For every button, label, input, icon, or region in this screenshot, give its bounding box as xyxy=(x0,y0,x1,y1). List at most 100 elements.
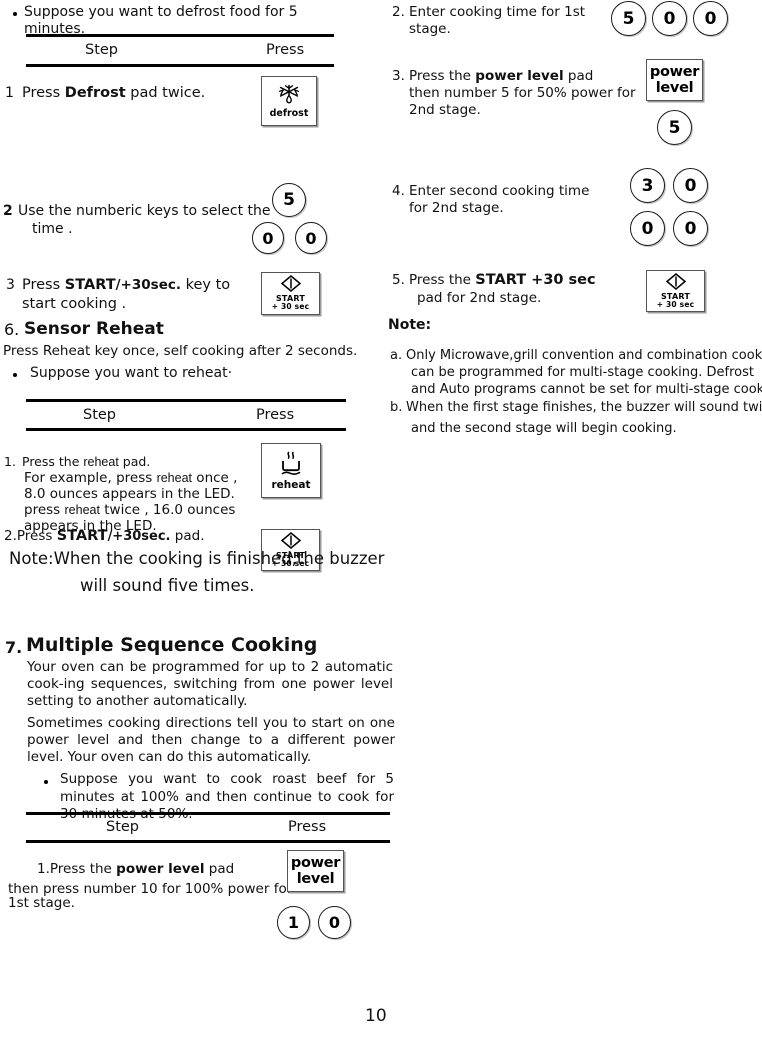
table-rule-top xyxy=(26,34,334,37)
reheat-step1-line2: For example, press reheat once , xyxy=(24,470,237,486)
right-key-0-b[interactable]: 0 xyxy=(693,1,728,36)
multiseq-step1-a: Press the xyxy=(49,861,117,877)
right-note-a-line2: can be programmed for multi-stage cookin… xyxy=(411,365,754,380)
reheat-step2-d: pad. xyxy=(170,528,205,544)
key-5[interactable]: 5 xyxy=(272,183,306,217)
reheat-pad-label: reheat xyxy=(271,478,311,491)
right-step5-line2: pad for 2nd stage. xyxy=(417,290,541,306)
page-number: 10 xyxy=(365,1006,387,1026)
reheat-step1-line4: press reheat twice , 16.0 ounces xyxy=(24,502,235,518)
right-step3-line3: 2nd stage. xyxy=(409,102,481,118)
reheat-step1-line4-b: reheat xyxy=(64,503,100,517)
sensor-reheat-bullet: Suppose you want to reheat· xyxy=(30,365,233,381)
right-step3-line1: Press the power level pad xyxy=(409,68,593,84)
right-step2-line2: stage. xyxy=(409,21,451,37)
step3-text-line2: start cooking . xyxy=(22,296,127,312)
right-step5-line2-b: stage. xyxy=(495,290,542,306)
start-pad-1[interactable]: START + 30 sec xyxy=(261,272,320,315)
reheat-step1-line1: Press the reheat pad. xyxy=(22,454,150,470)
reheat-bowl-steam-icon xyxy=(281,451,301,475)
right-key-3[interactable]: 3 xyxy=(630,168,665,203)
sensor-reheat-heading: Sensor Reheat xyxy=(24,319,164,339)
right-note-title: Note: xyxy=(388,317,432,333)
right-note-b-line2: and the second stage will begin cooking. xyxy=(411,421,677,436)
multiseq-step1-number: 1. xyxy=(37,861,50,877)
table3-header-step: Step xyxy=(106,819,140,835)
multiseq-heading: Multiple Sequence Cooking xyxy=(26,634,318,656)
reheat-step2-b: START xyxy=(56,528,108,544)
right-note-a-line3: and Auto programs cannot be set for mult… xyxy=(411,382,762,397)
reheat-step1-line1-a: Press the xyxy=(22,454,84,469)
right-key-0-c[interactable]: 0 xyxy=(673,168,708,203)
right-note-a-marker: a. xyxy=(390,348,403,363)
step2-text-line2: time . xyxy=(32,221,73,237)
reheat-step1-line1-c: pad. xyxy=(118,454,151,469)
reheat-step1-line3: 8.0 ounces appears in the LED. xyxy=(24,486,235,502)
start-pad-1-sub: + 30 sec xyxy=(271,302,310,312)
multiseq-step1-b: power level xyxy=(116,861,205,877)
power-level-pad-label-bottom: level xyxy=(296,871,335,887)
right-step3-number: 3. xyxy=(392,68,405,84)
reheat-pad[interactable]: reheat xyxy=(261,443,321,498)
right-step3-b: power level xyxy=(475,68,564,84)
right-key-0-e[interactable]: 0 xyxy=(673,211,708,246)
step3-text-line1: Press START/+30sec. key to xyxy=(22,277,230,295)
right-step4-number: 4. xyxy=(392,183,405,199)
power-level-pad-right[interactable]: power level xyxy=(646,59,703,101)
step3-b: START xyxy=(64,277,116,293)
bullet-dot-icon xyxy=(13,12,17,16)
step3-d: key to xyxy=(180,277,231,293)
multiseq-step1-line1: 1.Press the power level pad xyxy=(37,861,234,877)
start-diamond-icon xyxy=(665,272,686,290)
right-step5-b: START +30 sec xyxy=(475,272,596,288)
right-step5-line2-a: pad for 2nd xyxy=(417,290,496,306)
step3-a: Press xyxy=(22,277,65,293)
table2-header-step: Step xyxy=(83,407,117,423)
right-step4-line2: for 2nd stage. xyxy=(409,200,504,216)
bullet-dot-icon-reheat xyxy=(13,373,17,377)
reheat-step1-number: 1. xyxy=(4,454,16,469)
right-step5-a: Press the xyxy=(409,272,476,288)
reheat-step2-c: /+30sec. xyxy=(107,529,171,544)
key-0-first[interactable]: 0 xyxy=(252,222,284,254)
key-0-second[interactable]: 0 xyxy=(295,222,327,254)
right-key-5[interactable]: 5 xyxy=(611,1,646,36)
power-level-pad-right-label-bottom: level xyxy=(655,80,694,96)
right-key-5-power[interactable]: 5 xyxy=(657,110,692,145)
multiseq-step1-line3: 1st stage. xyxy=(8,895,75,911)
power-level-pad-left[interactable]: power level xyxy=(287,850,344,892)
right-note-b-marker: b. xyxy=(390,400,403,415)
defrost-snowflake-icon xyxy=(278,84,300,104)
reheat-step1-line2-b: reheat xyxy=(156,471,193,485)
step3-c: /+30sec. xyxy=(115,277,181,293)
power-level-pad-label-top: power xyxy=(290,855,341,871)
right-step3-c: pad xyxy=(563,68,594,84)
power-level-pad-right-label-top: power xyxy=(649,64,700,80)
table2-rule-top xyxy=(26,399,346,402)
step3-number: 3 xyxy=(6,277,15,293)
step1-text-c: pad twice. xyxy=(125,85,206,101)
bullet-dot-icon-multiseq xyxy=(44,780,48,784)
defrost-pad-label: defrost xyxy=(269,107,309,119)
multiseq-heading-num: 7. xyxy=(5,638,23,657)
sensor-reheat-heading-num: 6. xyxy=(4,320,20,339)
start-diamond-icon xyxy=(280,275,301,293)
multiseq-step1-c: pad xyxy=(204,861,235,877)
multiseq-para1: Your oven can be programmed for up to 2 … xyxy=(27,659,393,709)
reheat-step1-line2-a: For example, press xyxy=(24,470,157,486)
right-key-0-d[interactable]: 0 xyxy=(630,211,665,246)
table3-rule-under-header xyxy=(26,840,390,843)
right-key-0-a[interactable]: 0 xyxy=(652,1,687,36)
key-0-multiseq[interactable]: 0 xyxy=(318,906,351,939)
reheat-step1-line2-c: once , xyxy=(192,470,238,486)
key-1-multiseq[interactable]: 1 xyxy=(277,906,310,939)
step1-text-bold: Defrost xyxy=(64,85,126,101)
start-pad-right[interactable]: START + 30 sec xyxy=(646,270,705,312)
reheat-note-line1: Note:When the cooking is finished,the bu… xyxy=(9,549,385,568)
right-step4-line1: Enter second cooking time xyxy=(409,183,590,199)
defrost-pad[interactable]: defrost xyxy=(261,76,317,126)
multiseq-para2: Sometimes cooking directions tell you to… xyxy=(27,715,395,765)
reheat-note-line2: will sound five times. xyxy=(80,576,255,595)
right-step3-line2: then number 5 for 50% power for xyxy=(409,85,636,101)
table1-header-step: Step xyxy=(85,42,119,58)
